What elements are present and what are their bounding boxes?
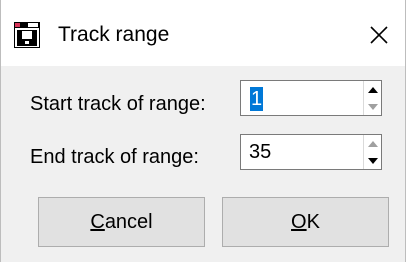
start-track-spin-buttons — [363, 81, 381, 115]
dialog-title: Track range — [58, 23, 170, 46]
ok-button[interactable]: OK — [222, 197, 389, 247]
start-track-spinbox[interactable]: 1 — [240, 80, 382, 116]
end-track-spinbox[interactable] — [240, 134, 382, 170]
cancel-button[interactable]: Cancel — [38, 197, 205, 247]
end-track-label: End track of range: — [30, 146, 199, 168]
arrow-down-icon[interactable] — [364, 98, 381, 115]
cancel-label: ancel — [104, 210, 153, 233]
arrow-up-icon[interactable] — [364, 81, 381, 98]
start-track-label: Start track of range: — [30, 93, 206, 115]
ok-mnemonic: O — [291, 210, 307, 233]
start-track-value[interactable]: 1 — [250, 87, 263, 111]
app-window-icon — [14, 22, 40, 48]
dialog-body: Start track of range: 1 End track of ran… — [0, 66, 406, 262]
arrow-up-icon[interactable] — [364, 135, 381, 152]
cancel-mnemonic: C — [90, 210, 105, 233]
ok-label: K — [306, 210, 320, 233]
window-border-left — [0, 0, 1, 262]
close-icon[interactable] — [364, 20, 394, 50]
end-track-input[interactable] — [243, 137, 371, 167]
title-bar[interactable]: Track range — [0, 0, 406, 66]
arrow-down-icon[interactable] — [364, 152, 381, 169]
end-track-spin-buttons — [363, 135, 381, 169]
track-range-dialog: Track range Start track of range: 1 End … — [0, 0, 406, 262]
